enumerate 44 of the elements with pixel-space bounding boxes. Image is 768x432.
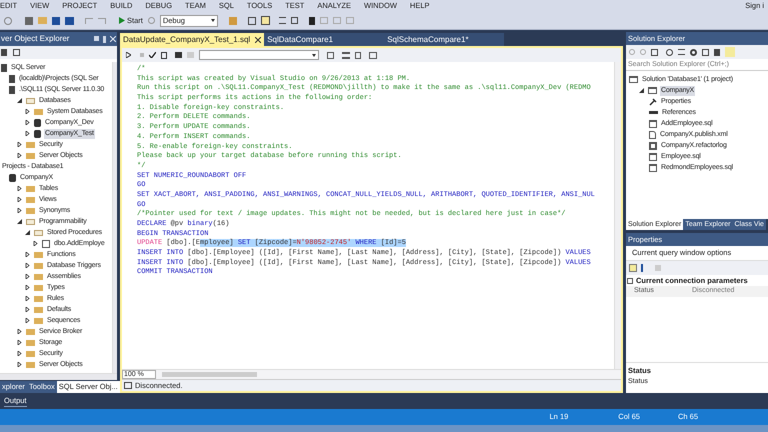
collapsed-arrow-icon[interactable] (25, 296, 31, 301)
collapsed-arrow-icon[interactable] (17, 197, 23, 202)
collapsed-arrow-icon[interactable] (17, 142, 23, 147)
document-icon (42, 240, 50, 248)
expanded-arrow-icon[interactable] (17, 98, 23, 103)
collapsed-arrow-icon[interactable] (25, 131, 31, 136)
disconnected-icon[interactable] (124, 382, 132, 389)
collapsed-arrow-icon[interactable] (25, 252, 31, 257)
collapsed-arrow-icon[interactable] (25, 109, 31, 114)
expanded-arrow-icon[interactable] (25, 230, 31, 235)
scrollbar[interactable] (112, 62, 117, 373)
collapsed-arrow-icon[interactable] (25, 318, 31, 323)
collapsed-arrow-icon[interactable] (25, 307, 31, 312)
collapse-box-icon[interactable] (627, 278, 633, 284)
collapsed-arrow-icon[interactable] (25, 274, 31, 279)
expanded-arrow-icon[interactable] (639, 88, 645, 93)
collapsed-arrow-icon[interactable] (17, 340, 23, 345)
collapsed-arrow-icon[interactable] (17, 362, 23, 367)
collapsed-arrow-icon[interactable] (25, 120, 31, 125)
project-icon (648, 87, 657, 94)
collapsed-arrow-icon[interactable] (25, 263, 31, 268)
panel-title: ver Object Explorer (1, 33, 70, 45)
execute-icon[interactable] (126, 52, 131, 58)
collapsed-arrow-icon[interactable] (25, 285, 31, 290)
close-icon[interactable] (255, 36, 262, 42)
toolbar-icon[interactable] (327, 52, 334, 58)
project-icon (629, 76, 638, 83)
collapsed-arrow-icon[interactable] (17, 351, 23, 356)
check-icon[interactable] (149, 52, 156, 58)
scrollbar[interactable] (614, 62, 621, 369)
document-tab[interactable]: SqlSchemaCompare1* (384, 33, 504, 46)
collapsed-arrow-icon[interactable] (33, 241, 39, 246)
database-dropdown[interactable] (199, 50, 319, 60)
collapsed-arrow-icon[interactable] (17, 329, 23, 334)
collapsed-arrow-icon[interactable] (17, 186, 23, 191)
document-tab[interactable]: DataUpdate_CompanyX_Test_1.sql (120, 33, 264, 46)
expanded-arrow-icon[interactable] (17, 219, 23, 224)
scrollbar[interactable] (0, 373, 117, 380)
toolbar-icon[interactable] (161, 52, 167, 58)
play-icon (119, 17, 125, 24)
document-tab[interactable]: SqlDataCompare1 (264, 33, 384, 46)
collapsed-arrow-icon[interactable] (17, 208, 23, 213)
collapsed-arrow-icon[interactable] (17, 153, 23, 158)
scrollbar[interactable] (162, 372, 257, 377)
